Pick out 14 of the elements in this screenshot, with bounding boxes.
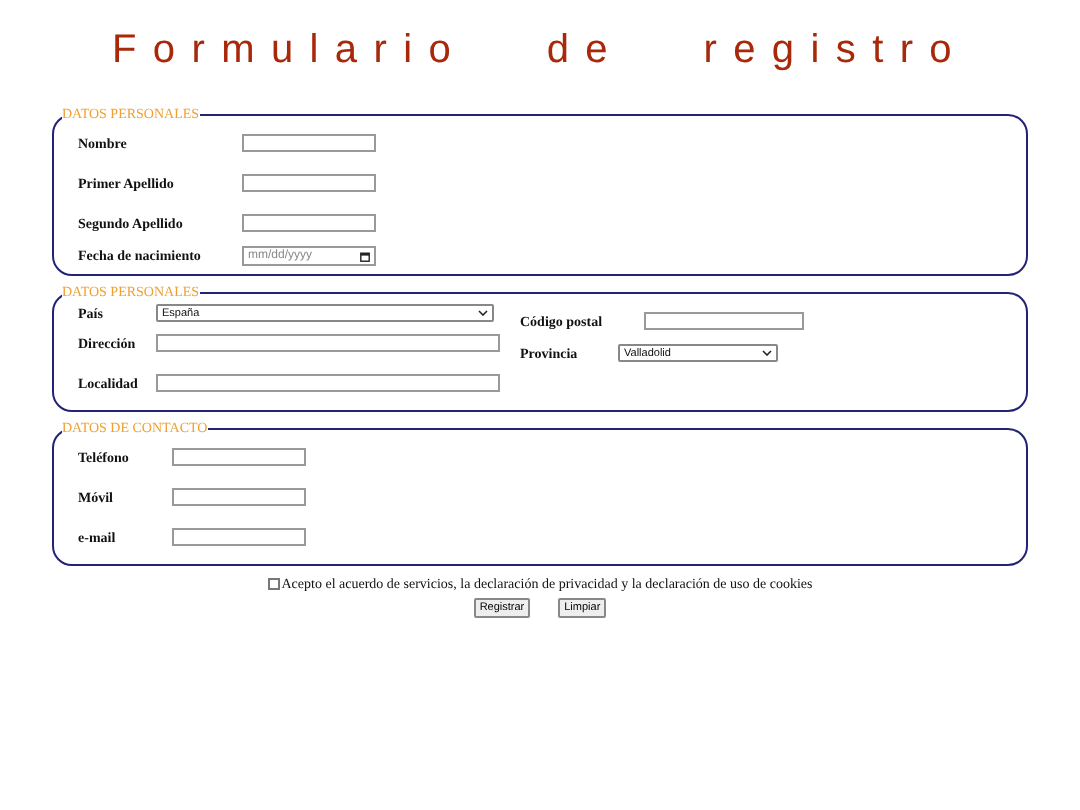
checkbox[interactable] xyxy=(267,578,280,590)
calendar-icon xyxy=(360,251,370,261)
text-input[interactable] xyxy=(644,312,804,330)
caret-icon xyxy=(478,310,488,316)
text-input[interactable] xyxy=(242,174,376,192)
text-input[interactable] xyxy=(156,374,500,392)
text-input[interactable] xyxy=(172,488,306,506)
text-input[interactable] xyxy=(156,334,500,352)
text-input[interactable] xyxy=(242,134,376,152)
text-input[interactable] xyxy=(172,448,306,466)
caret-icon xyxy=(762,350,772,356)
text-input[interactable] xyxy=(242,214,376,232)
page-title: Formulario de registro xyxy=(109,28,971,74)
text-input[interactable] xyxy=(172,528,306,546)
